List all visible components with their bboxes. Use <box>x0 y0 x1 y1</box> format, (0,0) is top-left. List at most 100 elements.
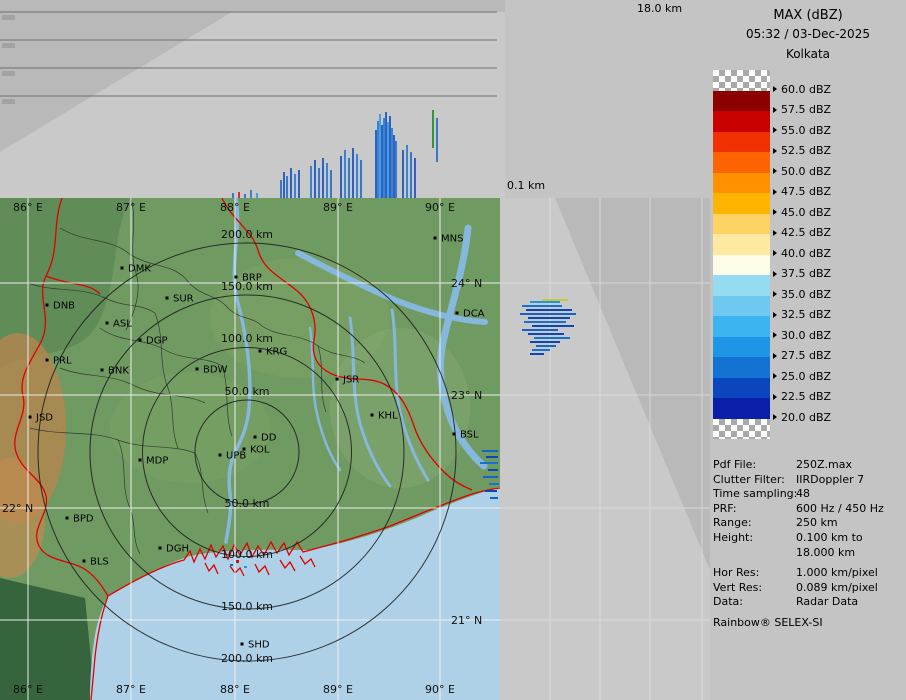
station-dot <box>29 416 32 419</box>
info-value: 1.000 km/pixel <box>796 566 878 579</box>
station-dot <box>456 312 459 315</box>
scale-label: 35.0 dBZ <box>773 288 831 301</box>
height-tick-label <box>2 99 15 104</box>
scale-tick-icon <box>773 189 777 195</box>
station-label: DNB <box>53 301 75 312</box>
scale-color-box <box>713 255 770 276</box>
scale-color-box <box>713 357 770 378</box>
info-value: 0.089 km/pixel <box>796 581 878 594</box>
info-label: Clutter Filter: <box>713 473 796 488</box>
scale-color-box <box>713 337 770 358</box>
station-dot <box>196 368 199 371</box>
station-dot <box>121 267 124 270</box>
scale-tick-icon <box>773 373 777 379</box>
range-ring-label: 100.0 km <box>221 332 273 345</box>
scale-label: 52.5 dBZ <box>773 144 831 157</box>
info-label: Vert Res: <box>713 581 796 596</box>
scale-color-box <box>713 214 770 235</box>
info-value: 18.000 km <box>796 546 855 559</box>
station-dot <box>66 517 69 520</box>
lon-label-bottom: 86° E <box>13 683 43 696</box>
scale-label: 60.0 dBZ <box>773 83 831 96</box>
range-ring-label: 200.0 km <box>221 652 273 665</box>
scale-label: 32.5 dBZ <box>773 308 831 321</box>
scale-color-box <box>713 91 770 112</box>
info-value: 250 km <box>796 516 838 529</box>
lon-label-top: 86° E <box>13 201 43 214</box>
station-dot <box>336 378 339 381</box>
station-dot <box>434 237 437 240</box>
station-label: BLS <box>90 557 109 568</box>
product-title: MAX (dBZ) <box>710 8 906 23</box>
station-dot <box>166 297 169 300</box>
scale-color-box <box>713 70 770 91</box>
info-row: Data:Radar Data <box>713 595 903 610</box>
scale-tick-icon <box>773 127 777 133</box>
lon-label-top: 88° E <box>220 201 250 214</box>
station-label: DD <box>261 433 277 444</box>
station-label: DGH <box>166 544 189 555</box>
station-label: BRP <box>242 273 262 284</box>
range-ring-label: 150.0 km <box>221 600 273 613</box>
lat-label: 24° N <box>451 277 482 290</box>
scale-color-box <box>713 111 770 132</box>
lat-label: 21° N <box>451 614 482 627</box>
station-label: BNK <box>108 366 129 377</box>
info-value: 0.100 km to <box>796 531 863 544</box>
info-row: Pdf File:250Z.max <box>713 458 903 473</box>
station-label: ASL <box>113 319 132 330</box>
station-dot <box>106 322 109 325</box>
side-projection-panel <box>500 198 710 700</box>
scale-tick-icon <box>773 332 777 338</box>
radar-map[interactable]: 86° E86° E87° E87° E88° E88° E89° E89° E… <box>0 198 500 700</box>
height-tick-label <box>2 71 15 76</box>
range-ring-label: 100.0 km <box>221 548 273 561</box>
scale-label: 55.0 dBZ <box>773 124 831 137</box>
info-value: IIRDoppler 7 <box>796 473 864 486</box>
scale-color-box <box>713 316 770 337</box>
radar-echo <box>486 456 498 458</box>
lon-label-bottom: 88° E <box>220 683 250 696</box>
legend-panel: MAX (dBZ) 05:32 / 03-Dec-2025 Kolkata 60… <box>710 0 906 700</box>
info-label: Hor Res: <box>713 566 796 581</box>
info-label: Data: <box>713 595 796 610</box>
station-dot <box>241 643 244 646</box>
info-value: 250Z.max <box>796 458 852 471</box>
scale-tick-icon <box>773 291 777 297</box>
info-value: 48 <box>796 487 810 500</box>
lon-label-bottom: 90° E <box>425 683 455 696</box>
info-value: 600 Hz / 450 Hz <box>796 502 884 515</box>
radar-echo <box>244 566 247 568</box>
info-row: Time sampling:48 <box>713 487 903 502</box>
station-label: UPB <box>226 451 246 462</box>
height-tick-label <box>2 15 15 20</box>
station-label: KOL <box>250 445 270 456</box>
station-dot <box>46 304 49 307</box>
info-row: 18.000 km <box>713 546 903 561</box>
scale-tick-icon <box>773 394 777 400</box>
scale-label: 47.5 dBZ <box>773 185 831 198</box>
radar-echo <box>480 462 498 464</box>
radar-echo <box>482 450 498 452</box>
scale-tick-icon <box>773 107 777 113</box>
scale-color-box <box>713 193 770 214</box>
scale-tick-icon <box>773 230 777 236</box>
station-label: SHD <box>248 640 270 651</box>
station-dot <box>83 560 86 563</box>
lon-label-top: 87° E <box>116 201 146 214</box>
radar-echo <box>483 476 498 478</box>
scale-tick-icon <box>773 209 777 215</box>
station-label: JSD <box>35 413 53 424</box>
station-label: KHL <box>378 411 398 422</box>
station-dot <box>46 359 49 362</box>
station-label: MNS <box>441 234 463 245</box>
info-row: Clutter Filter:IIRDoppler 7 <box>713 473 903 488</box>
info-row: PRF:600 Hz / 450 Hz <box>713 502 903 517</box>
scale-color-box <box>713 296 770 317</box>
scale-color-box <box>713 378 770 399</box>
height-tick-label <box>2 43 15 48</box>
top-projection-panel <box>0 0 505 198</box>
scale-label: 42.5 dBZ <box>773 226 831 239</box>
scale-label: 20.0 dBZ <box>773 411 831 424</box>
scale-color-box <box>713 398 770 419</box>
